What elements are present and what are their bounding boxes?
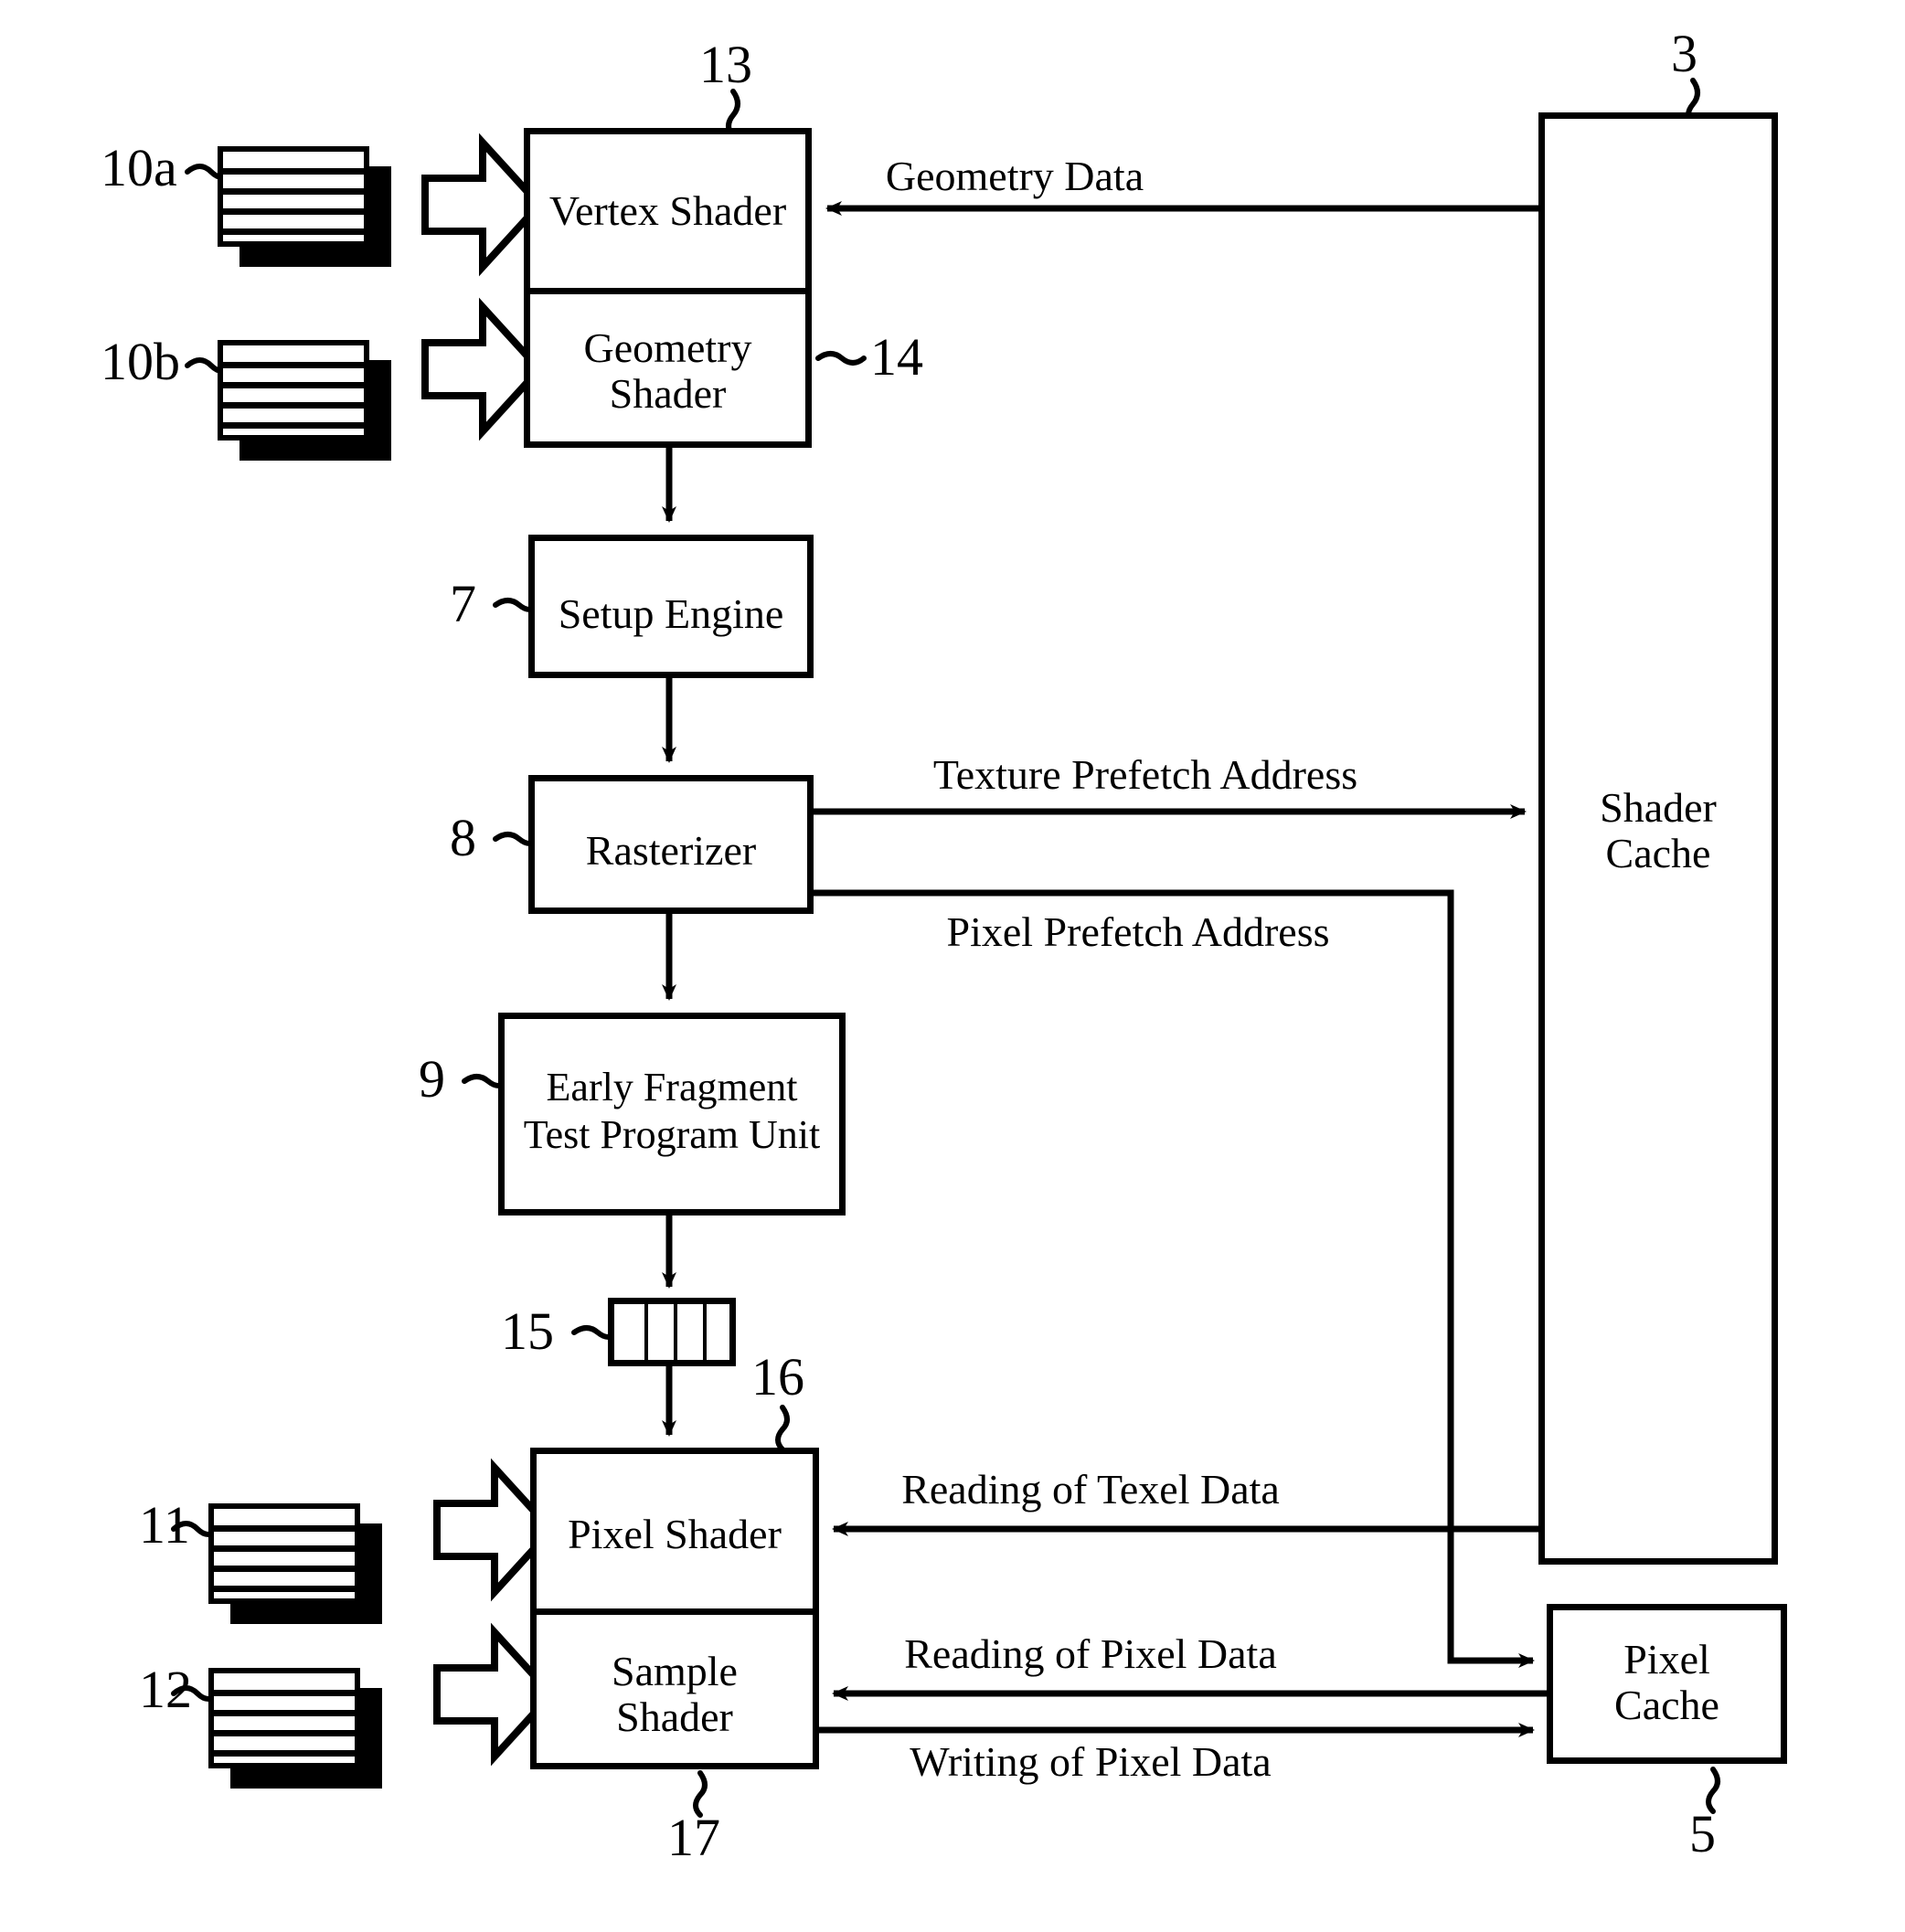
- block-label-rasterizer: Rasterizer: [585, 827, 757, 874]
- block-label-geometry-shader-line1: Geometry: [583, 324, 752, 371]
- block-label-sample-shader-line1: Sample: [612, 1648, 738, 1694]
- block-pixel-cache[interactable]: Pixel Cache: [1547, 1604, 1787, 1764]
- numeral-11: 11: [139, 1495, 190, 1555]
- block-pixel-sample-shader[interactable]: Pixel Shader Sample Shader: [530, 1448, 819, 1769]
- numeral-17: 17: [667, 1808, 720, 1867]
- block-vertex-geometry-shader[interactable]: Vertex Shader Geometry Shader: [524, 128, 812, 448]
- numeral-7: 7: [450, 574, 476, 633]
- fifo-cell-divider-2: [674, 1304, 677, 1360]
- fifo-cell-divider-3: [703, 1304, 707, 1360]
- document-stack-12-icon: [208, 1668, 382, 1789]
- numeral-9: 9: [419, 1049, 445, 1109]
- connector-label-reading-of-texel-data: Reading of Texel Data: [901, 1466, 1280, 1513]
- document-stack-10b-icon: [218, 340, 391, 461]
- divider-vertex-geometry: [524, 288, 812, 294]
- figure-canvas: Vertex Shader Geometry Shader Setup Engi…: [0, 0, 1905, 1932]
- block-label-pixel-cache-line1: Pixel: [1623, 1636, 1710, 1683]
- block-arrow-10b-icon: [421, 297, 545, 441]
- connector-pixel-prefetch: [814, 889, 1535, 1668]
- numeral-10b: 10b: [101, 332, 180, 391]
- numeral-5: 5: [1689, 1804, 1716, 1863]
- block-label-geometry-shader-line2: Shader: [609, 370, 727, 417]
- divider-pixel-sample: [530, 1608, 819, 1615]
- numeral-3: 3: [1671, 24, 1697, 83]
- block-label-early-fragment-line2: Test Program Unit: [523, 1112, 821, 1157]
- connector-label-writing-of-pixel-data: Writing of Pixel Data: [910, 1738, 1272, 1785]
- numeral-14: 14: [870, 327, 923, 387]
- block-label-early-fragment-line1: Early Fragment: [546, 1065, 798, 1109]
- document-stack-11-icon: [208, 1503, 382, 1624]
- connector-label-pixel-prefetch-address: Pixel Prefetch Address: [946, 908, 1330, 955]
- block-label-pixel-cache-line2: Cache: [1614, 1682, 1719, 1728]
- numeral-13: 13: [699, 35, 752, 94]
- block-arrow-10a-icon: [421, 133, 545, 277]
- fifo-cell-divider-1: [644, 1304, 648, 1360]
- block-label-pixel-shader: Pixel Shader: [568, 1511, 782, 1557]
- block-label-shader-cache-line1: Shader: [1600, 784, 1717, 831]
- numeral-10a: 10a: [101, 138, 177, 197]
- block-shader-cache[interactable]: Shader Cache: [1538, 112, 1778, 1565]
- document-stack-10a-icon: [218, 146, 391, 267]
- block-rasterizer[interactable]: Rasterizer: [528, 775, 814, 914]
- numeral-15: 15: [501, 1301, 554, 1361]
- numeral-16: 16: [751, 1347, 804, 1407]
- connector-label-geometry-data: Geometry Data: [885, 153, 1144, 199]
- connector-label-reading-of-pixel-data: Reading of Pixel Data: [904, 1630, 1277, 1677]
- numeral-12: 12: [139, 1660, 192, 1719]
- block-setup-engine[interactable]: Setup Engine: [528, 535, 814, 678]
- block-fifo-buffer[interactable]: [608, 1298, 736, 1366]
- numeral-8: 8: [450, 808, 476, 867]
- block-label-vertex-shader: Vertex Shader: [548, 187, 787, 234]
- block-label-sample-shader-line2: Shader: [616, 1693, 733, 1740]
- block-label-setup-engine: Setup Engine: [558, 590, 784, 637]
- block-label-shader-cache-line2: Cache: [1605, 830, 1711, 876]
- block-early-fragment-test-program-unit[interactable]: Early Fragment Test Program Unit: [498, 1013, 846, 1215]
- connector-label-texture-prefetch-address: Texture Prefetch Address: [932, 751, 1358, 798]
